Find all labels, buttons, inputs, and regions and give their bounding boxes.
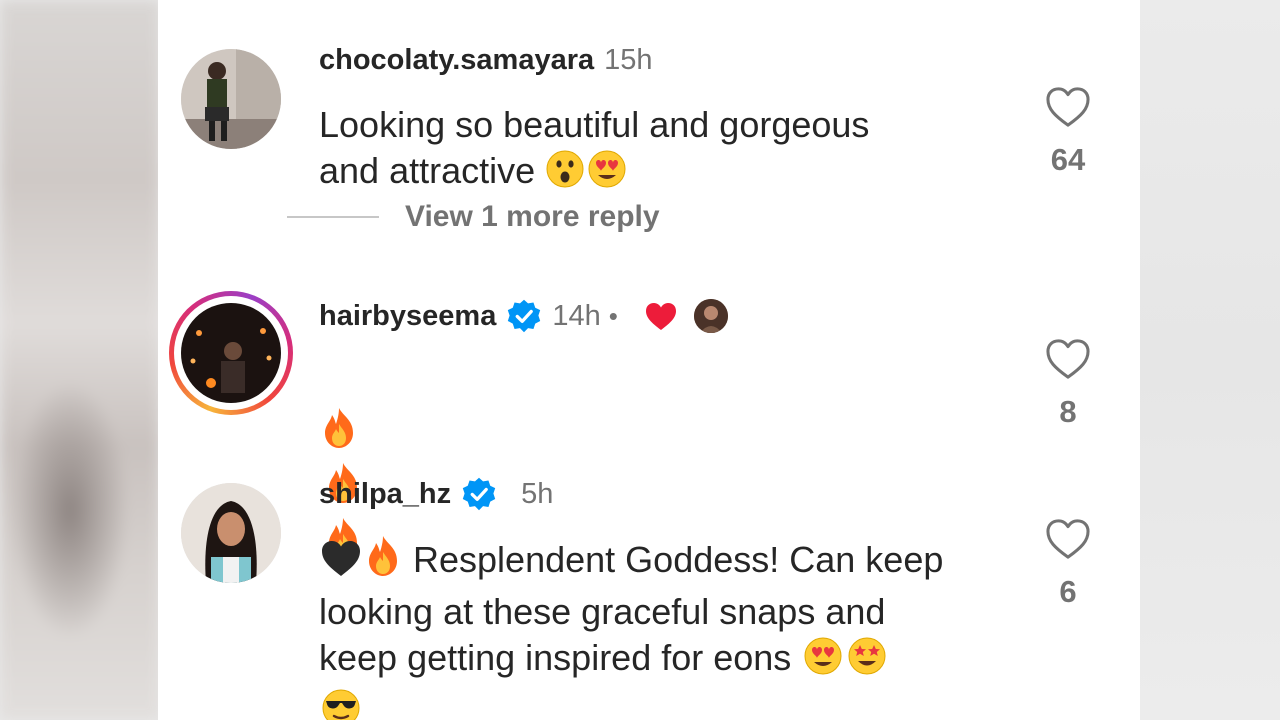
comment-username[interactable]: chocolaty.samayara [319, 44, 594, 77]
comment-timestamp: 14h [552, 299, 601, 332]
like-heart-icon[interactable] [1038, 518, 1098, 560]
like-count: 64 [1050, 142, 1086, 177]
avatar[interactable] [181, 483, 281, 583]
like-heart-icon[interactable] [1038, 338, 1098, 380]
story-ring[interactable] [169, 291, 293, 415]
astonished-face-emoji-icon [545, 149, 585, 200]
verified-badge-icon [506, 298, 542, 334]
heart-eyes-emoji-icon [585, 149, 629, 200]
sunglasses-emoji-icon [319, 688, 363, 720]
creator-liked-heart-icon [644, 301, 678, 331]
like-heart-icon[interactable] [1038, 86, 1098, 128]
separator-dot: • [608, 300, 618, 331]
star-struck-emoji-icon [845, 636, 889, 687]
blurred-background-right [1140, 0, 1280, 720]
comment-timestamp: 15h [604, 44, 653, 76]
view-replies-row[interactable]: View 1 more reply [287, 200, 660, 234]
reply-divider [287, 216, 379, 218]
fire-emoji-icon [363, 534, 403, 589]
like-column: 6 [1038, 518, 1098, 610]
comment-username[interactable]: hairbyseema [319, 300, 496, 333]
avatar [181, 303, 281, 403]
like-column: 8 [1038, 338, 1098, 430]
comment-timestamp: 5h [521, 477, 554, 510]
comment-text: Looking so beautiful and gorgeous and at… [319, 102, 999, 200]
comment-text: Resplendent Goddess! Can keep looking at… [319, 534, 999, 720]
comment-username[interactable]: shilpa_hz [319, 478, 451, 511]
like-column: 64 [1038, 86, 1098, 178]
comments-panel: chocolaty.samayara 15h Looking so beauti… [158, 0, 1140, 720]
blurred-background-left [0, 0, 160, 720]
view-replies-link[interactable]: View 1 more reply [405, 200, 660, 234]
like-count: 8 [1059, 394, 1077, 429]
avatar[interactable] [181, 49, 281, 149]
creator-avatar-icon [693, 299, 728, 333]
fire-emoji-icon [319, 406, 359, 461]
verified-badge-icon [461, 476, 497, 512]
heart-eyes-emoji-icon [801, 636, 845, 687]
black-heart-emoji-icon [319, 538, 363, 589]
like-count: 6 [1059, 574, 1077, 609]
